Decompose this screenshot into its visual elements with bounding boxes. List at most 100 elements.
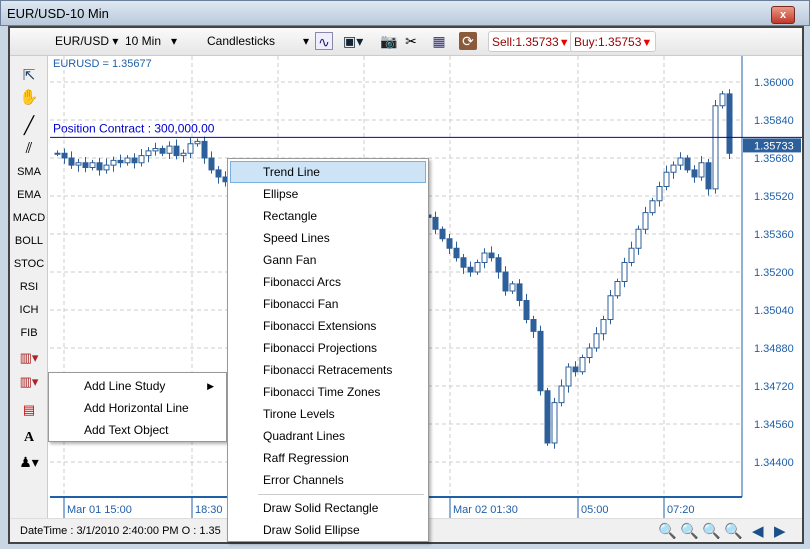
x-tick-label: 18:30 <box>195 504 223 516</box>
submenu-item-raff-regression[interactable]: Raff Regression <box>230 447 426 469</box>
indicator-chart-icon[interactable]: ∿ <box>315 32 333 50</box>
candle <box>642 212 649 230</box>
candle <box>516 283 523 301</box>
submenu-item-rectangle[interactable]: Rectangle <box>230 205 426 227</box>
tool-sma[interactable]: SMA <box>10 166 48 178</box>
submenu-item-fibonacci-time-zones[interactable]: Fibonacci Time Zones <box>230 381 426 403</box>
chart-type-value: Candlesticks <box>207 34 276 48</box>
candle <box>180 152 187 157</box>
scroll-right-icon[interactable]: ▶ <box>774 522 786 540</box>
tool-fib[interactable]: FIB <box>10 327 48 339</box>
y-tick-label: 1.34720 <box>754 381 794 393</box>
candle <box>159 148 166 154</box>
y-tick-label: 1.34400 <box>754 457 794 469</box>
candle <box>537 330 544 392</box>
y-tick-label: 1.35680 <box>754 153 794 165</box>
menu-item-label: Add Line Study <box>84 379 166 393</box>
text-icon[interactable]: A <box>10 430 48 446</box>
submenu-item-speed-lines[interactable]: Speed Lines <box>230 227 426 249</box>
candle <box>215 169 222 178</box>
camera-icon[interactable]: 📷 <box>380 32 398 50</box>
candle <box>649 200 656 214</box>
candle <box>96 162 103 171</box>
study-chart-icon[interactable]: ▥▾ <box>10 350 48 366</box>
submenu-item-fibonacci-fan[interactable]: Fibonacci Fan <box>230 293 426 315</box>
candle <box>628 247 635 263</box>
tools-icon[interactable]: ✂ <box>402 32 420 50</box>
submenu-item-trend-line[interactable]: Trend Line <box>230 161 426 183</box>
submenu-item-fibonacci-projections[interactable]: Fibonacci Projections <box>230 337 426 359</box>
candle <box>579 357 586 373</box>
candle <box>691 169 698 178</box>
submenu-item-fibonacci-extensions[interactable]: Fibonacci Extensions <box>230 315 426 337</box>
interval-value: 10 Min <box>125 34 162 48</box>
tool-ich[interactable]: ICH <box>10 304 48 316</box>
y-tick-label: 1.35200 <box>754 267 794 279</box>
y-tick-label: 1.36000 <box>754 77 794 89</box>
candle <box>656 186 663 202</box>
candle <box>600 319 607 335</box>
y-tick-label: 1.34880 <box>754 343 794 355</box>
symbol-dropdown[interactable]: EUR/USD ▾ <box>55 34 118 48</box>
submenu-arrow-icon: ▶ <box>207 381 214 391</box>
close-button[interactable]: x <box>771 6 795 24</box>
candle <box>82 162 89 168</box>
down-arrow-icon: ▼ <box>641 37 653 49</box>
tool-ema[interactable]: EMA <box>10 189 48 201</box>
zoom-reset-icon[interactable]: 🔍 <box>724 522 743 540</box>
hand-icon[interactable]: ✋ <box>10 88 48 106</box>
buy-price: Buy:1.35753 <box>574 35 642 49</box>
line-icon[interactable]: ╱ <box>10 116 48 136</box>
delete-chart-icon[interactable]: ▤ <box>10 402 48 418</box>
sell-price: Sell:1.35733 <box>492 35 559 49</box>
x-tick-label: Mar 02 01:30 <box>453 504 518 516</box>
submenu-item-ellipse[interactable]: Ellipse <box>230 183 426 205</box>
menu-item-add-text-object[interactable]: Add Text Object <box>51 419 224 441</box>
candle <box>698 162 705 178</box>
candle <box>663 171 670 187</box>
menu-item-add-line-study[interactable]: Add Line Study ▶ <box>51 375 224 397</box>
candle <box>495 257 502 273</box>
submenu-item-draw-solid-rectangle[interactable]: Draw Solid Rectangle <box>230 497 426 519</box>
zoom-out-icon[interactable]: 🔍 <box>658 522 677 540</box>
pointer-icon[interactable]: ⇱ <box>10 66 48 84</box>
chart-type-dropdown[interactable]: Candlesticks ▾ <box>207 34 309 48</box>
tool-boll[interactable]: BOLL <box>10 235 48 247</box>
zoom-box-icon[interactable]: 🔍 <box>702 522 721 540</box>
y-tick-label: 1.35040 <box>754 305 794 317</box>
y-tick-label: 1.34560 <box>754 419 794 431</box>
candle <box>586 347 593 358</box>
menu-item-add-horizontal-line[interactable]: Add Horizontal Line <box>51 397 224 419</box>
menu-separator <box>258 494 424 495</box>
scroll-left-icon[interactable]: ◀ <box>752 522 764 540</box>
candle <box>509 283 516 292</box>
submenu-item-fibonacci-retracements[interactable]: Fibonacci Retracements <box>230 359 426 381</box>
interval-dropdown[interactable]: 10 Min ▾ <box>125 34 177 48</box>
tool-macd[interactable]: MACD <box>10 212 48 224</box>
refresh-icon[interactable]: ⟳ <box>459 32 477 50</box>
candle <box>474 262 481 273</box>
stamp-icon[interactable]: ♟▾ <box>10 454 48 471</box>
calculator-icon[interactable]: ▦ <box>430 32 448 50</box>
candle <box>432 216 439 230</box>
save-icon[interactable]: ▣▾ <box>343 32 363 50</box>
submenu-item-draw-solid-ellipse[interactable]: Draw Solid Ellipse <box>230 519 426 541</box>
submenu-item-quadrant-lines[interactable]: Quadrant Lines <box>230 425 426 447</box>
candle <box>558 385 565 404</box>
zoom-in-icon[interactable]: 🔍 <box>680 522 699 540</box>
sell-button[interactable]: Sell:1.35733▼ <box>488 31 574 52</box>
parallel-lines-icon[interactable]: ⫽ <box>10 140 48 157</box>
x-tick-label: Mar 01 15:00 <box>67 504 132 516</box>
submenu-item-fibonacci-arcs[interactable]: Fibonacci Arcs <box>230 271 426 293</box>
submenu-item-tirone-levels[interactable]: Tirone Levels <box>230 403 426 425</box>
tool-rsi[interactable]: RSI <box>10 281 48 293</box>
submenu-item-gann-fan[interactable]: Gann Fan <box>230 249 426 271</box>
candle <box>523 300 530 320</box>
candle <box>719 93 726 107</box>
submenu-item-error-channels[interactable]: Error Channels <box>230 469 426 491</box>
tool-stoc[interactable]: STOC <box>10 258 48 270</box>
line-study-icon[interactable]: ▥▾ <box>10 374 48 390</box>
buy-button[interactable]: Buy:1.35753▼ <box>570 31 657 52</box>
candle <box>208 157 215 171</box>
candle <box>117 159 124 164</box>
